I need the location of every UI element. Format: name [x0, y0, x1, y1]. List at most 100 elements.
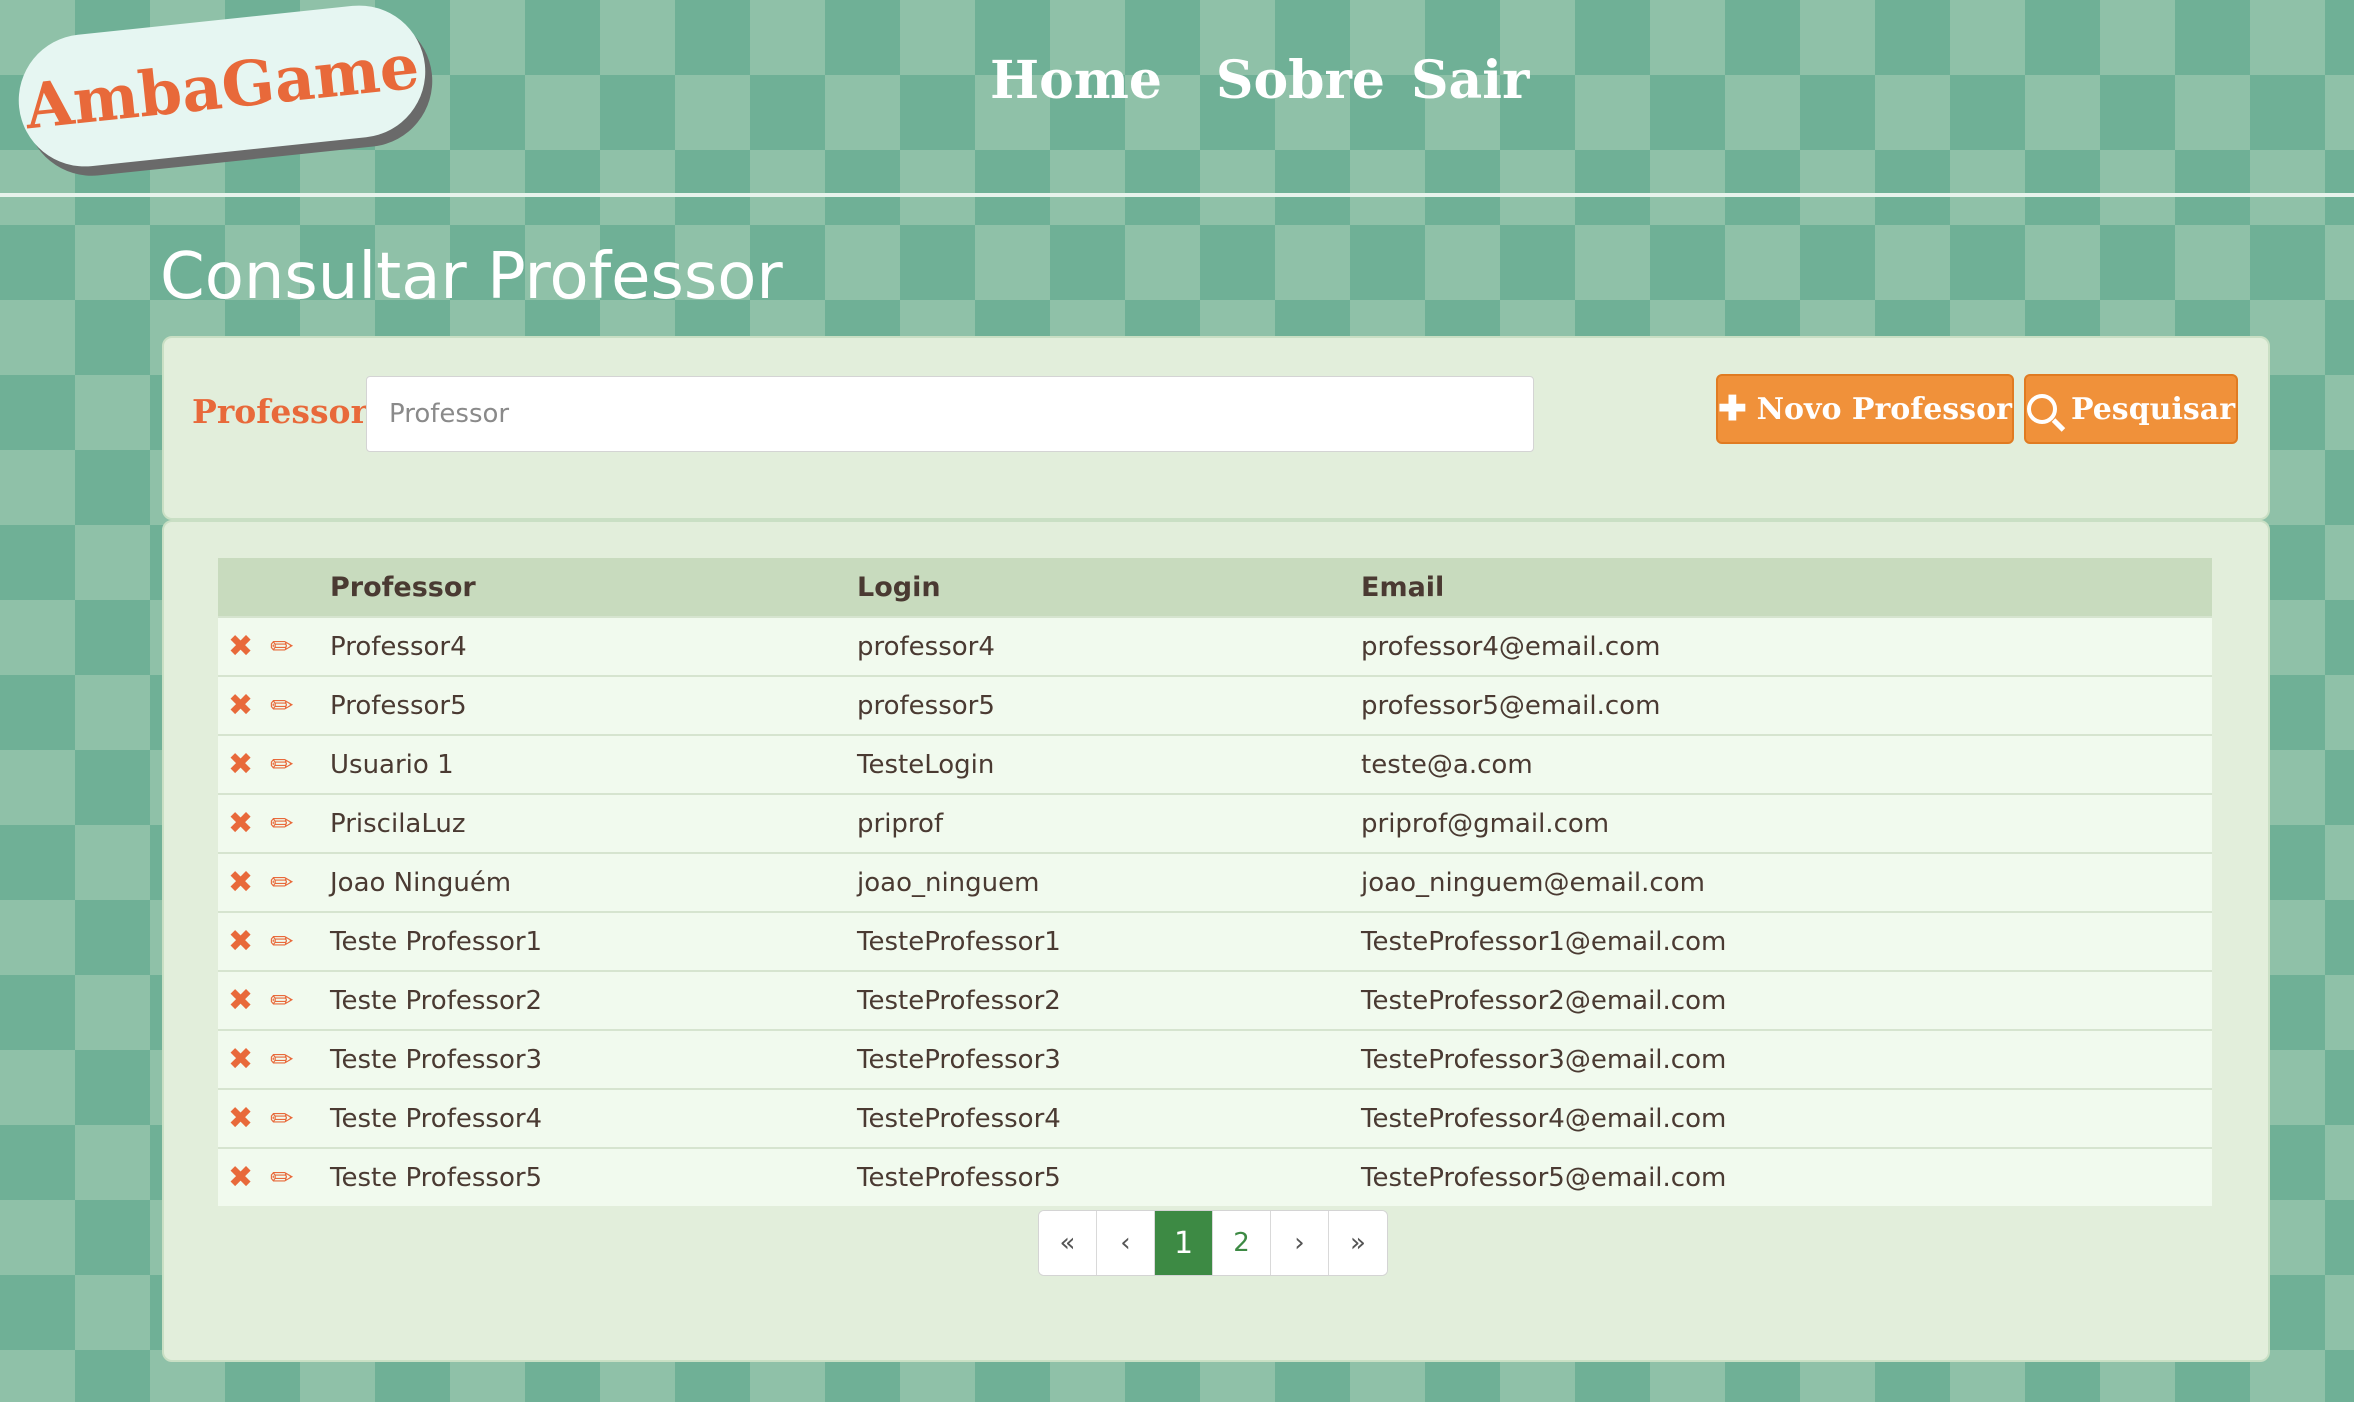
delete-icon[interactable]: ✖ — [228, 629, 262, 664]
row-actions: ✖ ✏ — [218, 734, 329, 794]
email-cell: joao_ninguem@email.com — [1360, 852, 2212, 912]
edit-icon[interactable]: ✏ — [270, 748, 293, 781]
row-actions: ✖ ✏ — [218, 1029, 329, 1089]
professor-cell: Usuario 1 — [329, 734, 856, 794]
table-row: ✖ ✏ Professor4 professor4 professor4@email.c… — [218, 616, 2212, 676]
table-row: ✖ ✏ PriscilaLuz priprof priprof@gmail.com — [218, 793, 2212, 853]
table-row: ✖ ✏ Teste Professor1 TesteProfessor1 TestePr… — [218, 911, 2212, 971]
pesquisar-button[interactable]: Pesquisar — [2024, 374, 2238, 444]
table-row: ✖ ✏ Teste Professor4 TesteProfessor4 TestePr… — [218, 1088, 2212, 1148]
professor-cell: Teste Professor3 — [329, 1029, 856, 1089]
delete-icon[interactable]: ✖ — [228, 1160, 262, 1195]
professor-cell: Professor4 — [329, 616, 856, 676]
row-actions: ✖ ✏ — [218, 911, 329, 971]
header-divider — [0, 193, 2354, 197]
email-cell: TesteProfessor3@email.com — [1360, 1029, 2212, 1089]
page-title: Consultar Professor — [160, 240, 783, 314]
email-cell: TesteProfessor5@email.com — [1360, 1147, 2212, 1206]
login-column-header[interactable]: Login — [856, 558, 1360, 617]
logo[interactable]: AmbaGame — [12, 0, 432, 173]
table-row: ✖ ✏ Usuario 1 TesteLogin teste@a.com — [218, 734, 2212, 794]
table-row: ✖ ✏ Teste Professor3 TesteProfessor3 TestePr… — [218, 1029, 2212, 1089]
actions-header — [218, 558, 329, 617]
delete-icon[interactable]: ✖ — [228, 1101, 262, 1136]
login-cell: TesteProfessor3 — [856, 1029, 1360, 1089]
pagination: « ‹ 1 2 › » — [1038, 1210, 1388, 1276]
nav-home-link[interactable]: Home — [990, 50, 1162, 111]
login-cell: TesteProfessor1 — [856, 911, 1360, 971]
edit-icon[interactable]: ✏ — [270, 630, 293, 663]
nav-sobre-link[interactable]: Sobre — [1216, 50, 1385, 111]
row-actions: ✖ ✏ — [218, 1088, 329, 1148]
email-cell: professor5@email.com — [1360, 675, 2212, 735]
login-cell: TesteProfessor2 — [856, 970, 1360, 1030]
next-page-button[interactable]: › — [1271, 1211, 1329, 1275]
email-cell: teste@a.com — [1360, 734, 2212, 794]
first-page-button[interactable]: « — [1039, 1211, 1097, 1275]
table-row: ✖ ✏ Joao Ninguém joao_ninguem joao_ninguem@e… — [218, 852, 2212, 912]
delete-icon[interactable]: ✖ — [228, 688, 262, 723]
delete-icon[interactable]: ✖ — [228, 1042, 262, 1077]
row-actions: ✖ ✏ — [218, 675, 329, 735]
search-label: Professor: — [192, 392, 381, 431]
login-cell: priprof — [856, 793, 1360, 853]
edit-icon[interactable]: ✏ — [270, 689, 293, 722]
table-row: ✖ ✏ Professor5 professor5 professor5@email.c… — [218, 675, 2212, 735]
main-nav: Home Sobre Sair — [990, 50, 1529, 111]
professor-cell: Teste Professor5 — [329, 1147, 856, 1206]
edit-icon[interactable]: ✏ — [270, 807, 293, 840]
email-cell: professor4@email.com — [1360, 616, 2212, 676]
logo-text: AmbaGame — [21, 29, 423, 143]
nav-sair-link[interactable]: Sair — [1411, 50, 1529, 111]
delete-icon[interactable]: ✖ — [228, 924, 262, 959]
login-cell: TesteProfessor4 — [856, 1088, 1360, 1148]
edit-icon[interactable]: ✏ — [270, 984, 293, 1017]
professor-column-header[interactable]: Professor — [329, 558, 856, 617]
edit-icon[interactable]: ✏ — [270, 1043, 293, 1076]
professor-cell: PriscilaLuz — [329, 793, 856, 853]
login-cell: TesteLogin — [856, 734, 1360, 794]
professor-cell: Joao Ninguém — [329, 852, 856, 912]
professor-search-input[interactable] — [366, 376, 1534, 452]
login-cell: joao_ninguem — [856, 852, 1360, 912]
results-panel: Professor Login Email ✖ ✏ Professor4 profes… — [162, 520, 2270, 1362]
edit-icon[interactable]: ✏ — [270, 1102, 293, 1135]
professor-cell: Teste Professor1 — [329, 911, 856, 971]
table-header-row: Professor Login Email — [218, 558, 2212, 617]
magnifier-icon — [2026, 394, 2057, 424]
email-cell: priprof@gmail.com — [1360, 793, 2212, 853]
professor-cell: Teste Professor2 — [329, 970, 856, 1030]
email-column-header[interactable]: Email — [1360, 558, 2212, 617]
delete-icon[interactable]: ✖ — [228, 983, 262, 1018]
email-cell: TesteProfessor1@email.com — [1360, 911, 2212, 971]
login-cell: professor4 — [856, 616, 1360, 676]
page-button-1[interactable]: 1 — [1155, 1211, 1213, 1275]
page-button-2[interactable]: 2 — [1213, 1211, 1271, 1275]
table-row: ✖ ✏ Teste Professor5 TesteProfessor5 TestePr… — [218, 1147, 2212, 1206]
email-cell: TesteProfessor2@email.com — [1360, 970, 2212, 1030]
row-actions: ✖ ✏ — [218, 1147, 329, 1206]
delete-icon[interactable]: ✖ — [228, 747, 262, 782]
edit-icon[interactable]: ✏ — [270, 1161, 293, 1194]
login-cell: TesteProfessor5 — [856, 1147, 1360, 1206]
login-cell: professor5 — [856, 675, 1360, 735]
delete-icon[interactable]: ✖ — [228, 865, 262, 900]
professor-cell: Professor5 — [329, 675, 856, 735]
table-row: ✖ ✏ Teste Professor2 TesteProfessor2 TestePr… — [218, 970, 2212, 1030]
email-cell: TesteProfessor4@email.com — [1360, 1088, 2212, 1148]
row-actions: ✖ ✏ — [218, 616, 329, 676]
row-actions: ✖ ✏ — [218, 970, 329, 1030]
novo-professor-button[interactable]: ✚ Novo Professor — [1716, 374, 2014, 444]
edit-icon[interactable]: ✏ — [270, 925, 293, 958]
professor-cell: Teste Professor4 — [329, 1088, 856, 1148]
row-actions: ✖ ✏ — [218, 793, 329, 853]
plus-icon: ✚ — [1718, 389, 1747, 429]
last-page-button[interactable]: » — [1329, 1211, 1387, 1275]
novo-professor-label: Novo Professor — [1756, 391, 2012, 427]
pesquisar-label: Pesquisar — [2070, 391, 2236, 427]
delete-icon[interactable]: ✖ — [228, 806, 262, 841]
professor-table: Professor Login Email ✖ ✏ Professor4 profes… — [218, 558, 2212, 1206]
edit-icon[interactable]: ✏ — [270, 866, 293, 899]
prev-page-button[interactable]: ‹ — [1097, 1211, 1155, 1275]
row-actions: ✖ ✏ — [218, 852, 329, 912]
